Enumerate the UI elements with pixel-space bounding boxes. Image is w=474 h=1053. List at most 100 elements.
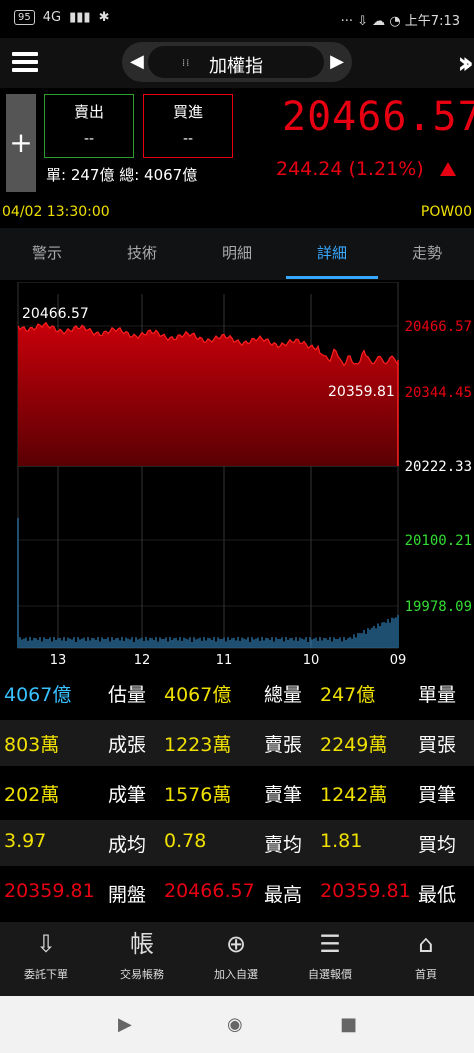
table-value: 803萬 (4, 734, 60, 756)
price-change: 244.24 (1.21%) (276, 158, 424, 180)
table-label: 賣均 (264, 834, 303, 856)
table-label: 賣張 (264, 734, 303, 756)
tab-detail[interactable]: 詳細 (297, 242, 367, 263)
home-circle-icon[interactable]: ◉ (227, 1014, 243, 1035)
nav-item-label: 首頁 (415, 968, 437, 981)
table-label: 開盤 (108, 884, 147, 906)
quote-panel: + 賣出 -- 買進 -- 單: 247億 總: 4067億 20466.57 … (0, 88, 474, 200)
symbol-switcher: ◀ ⁞⁞ 加權指 ▶ (122, 42, 352, 82)
table-value: 2249萬 (320, 734, 388, 756)
sell-box[interactable]: 賣出 -- (44, 94, 134, 158)
price-tick-label: 20222.33 (405, 459, 472, 475)
add-button[interactable]: + (6, 94, 36, 192)
table-value: 202萬 (4, 784, 60, 806)
double-chevron-icon[interactable]: ›› (457, 46, 473, 81)
table-label: 成均 (108, 834, 147, 856)
status-time-area: ··· ⇩ ☁ ◔ 上午7:13 (341, 10, 460, 29)
table-value: 20359.81 (4, 880, 95, 902)
tab-trend[interactable]: 走勢 (392, 242, 462, 263)
table-row: 買張 2249萬 賣張 1223萬 成張 803萬 (0, 720, 474, 766)
tab-technical[interactable]: 技術 (107, 242, 177, 263)
nav-item-home[interactable]: ⌂ 首頁 (386, 928, 466, 982)
table-label: 總量 (264, 684, 303, 706)
last-price: 20466.57 (282, 94, 474, 140)
table-label: 買筆 (418, 784, 457, 806)
table-value: 1223萬 (164, 734, 232, 756)
price-tick-label: 20466.57 (405, 319, 472, 335)
order-icon: ⇩ (35, 930, 57, 958)
nav-item-list[interactable]: ☰ 自選報價 (290, 928, 370, 982)
table-row: 買筆 1242萬 賣筆 1576萬 成筆 202萬 (0, 770, 474, 816)
table-label: 估量 (108, 684, 147, 706)
table-label: 成張 (108, 734, 147, 756)
time-tick-label: 10 (303, 653, 320, 666)
sell-label: 賣出 (73, 103, 104, 121)
table-row: 最低 20359.81 最高 20466.57 開盤 20359.81 (0, 870, 474, 916)
price-tick-label: 19978.09 (405, 599, 472, 615)
symbol-pill[interactable]: ⁞⁞ 加權指 (148, 46, 324, 78)
symbol-code: POW00 (420, 204, 472, 220)
volume-bars (17, 518, 399, 648)
table-label: 買張 (418, 734, 457, 756)
nav-item-label: 自選報價 (308, 968, 352, 981)
time-tick-label: 13 (50, 653, 67, 666)
prev-symbol-button[interactable]: ◀ (130, 51, 144, 72)
home-icon: ⌂ (418, 930, 434, 958)
nav-item-label: 交易帳務 (120, 968, 164, 981)
list-icon: ☰ (319, 930, 341, 958)
cloud-icon: ☁ (372, 14, 386, 29)
buy-box[interactable]: 買進 -- (143, 94, 233, 158)
nav-item-label: 委託下單 (24, 968, 68, 981)
volume-summary: 單: 247億 總: 4067億 (46, 166, 198, 184)
intraday-chart[interactable]: 20466.57 20344.45 20222.33 20100.21 19978.09… (0, 281, 474, 668)
back-icon[interactable]: ▶ (118, 1014, 132, 1035)
tab-alert[interactable]: 警示 (12, 242, 82, 263)
detail-table: 單量 247億 總量 4067億 估量 4067億 買張 2249萬 賣張 1223萬 成張 803萬… (0, 666, 474, 918)
table-value: 4067億 (164, 684, 232, 706)
table-label: 最低 (418, 884, 457, 906)
chart-svg: 20466.57 20344.45 20222.33 20100.21 19978.09… (17, 281, 472, 668)
menu-icon[interactable] (12, 48, 38, 78)
system-nav-bar: ▶ ◉ ■ (0, 996, 474, 1053)
table-value: 1242萬 (320, 784, 388, 806)
time-tick-label: 11 (216, 653, 233, 666)
tab-ticks[interactable]: 明細 (202, 242, 272, 263)
buy-value: -- (182, 131, 194, 147)
account-icon: 帳 (130, 930, 154, 958)
nav-item-order[interactable]: ⇩ 委託下單 (6, 928, 86, 982)
bluetooth-icon: ✱ (98, 10, 110, 25)
next-symbol-button[interactable]: ▶ (330, 51, 344, 72)
active-tab-indicator (286, 276, 378, 279)
table-value: 20359.81 (320, 880, 411, 902)
table-label: 最高 (264, 884, 303, 906)
high-annotation: 20466.57 (22, 306, 89, 322)
table-label: 成筆 (108, 784, 147, 806)
nav-item-account[interactable]: 帳交易帳務 (102, 928, 182, 982)
symbol-title: 加權指 (209, 56, 263, 77)
app-header: ◀ ⁞⁞ 加權指 ▶ ›› (0, 38, 474, 88)
table-value: 3.97 (4, 830, 47, 852)
signal-bars-icon: ▮▮▮ (69, 10, 91, 25)
table-label: 賣筆 (264, 784, 303, 806)
table-value: 1.81 (320, 830, 363, 852)
price-tick-label: 20344.45 (405, 385, 472, 401)
sell-value: -- (83, 131, 95, 147)
download-icon: ⇩ (357, 14, 369, 29)
signal-icon: 4G (42, 10, 62, 25)
table-value: 1576萬 (164, 784, 232, 806)
nav-item-add-circle[interactable]: ⊕ 加入自選 (196, 928, 276, 982)
price-tick-label: 20100.21 (405, 533, 472, 549)
clock-text: 上午7:13 (404, 14, 460, 29)
buy-label: 買進 (172, 103, 203, 121)
tab-bar: 走勢 詳細 明細 技術 警示 (0, 228, 474, 280)
recents-icon[interactable]: ■ (340, 1014, 357, 1035)
time-tick-label: 09 (390, 653, 407, 666)
table-value: 4067億 (4, 684, 72, 706)
low-annotation: 20359.81 (328, 384, 395, 400)
time-row: 04/02 13:30:00 POW00 (0, 200, 474, 226)
table-row: 買均 1.81 賣均 0.78 成均 3.97 (0, 820, 474, 866)
up-triangle-icon (440, 162, 456, 176)
bottom-nav: ⌂ 首頁 ☰ 自選報價 ⊕ 加入自選 帳交易帳務 ⇩ 委託下單 (0, 922, 474, 996)
battery-icon: 95 (14, 10, 35, 25)
quote-time: 04/02 13:30:00 (2, 204, 110, 220)
